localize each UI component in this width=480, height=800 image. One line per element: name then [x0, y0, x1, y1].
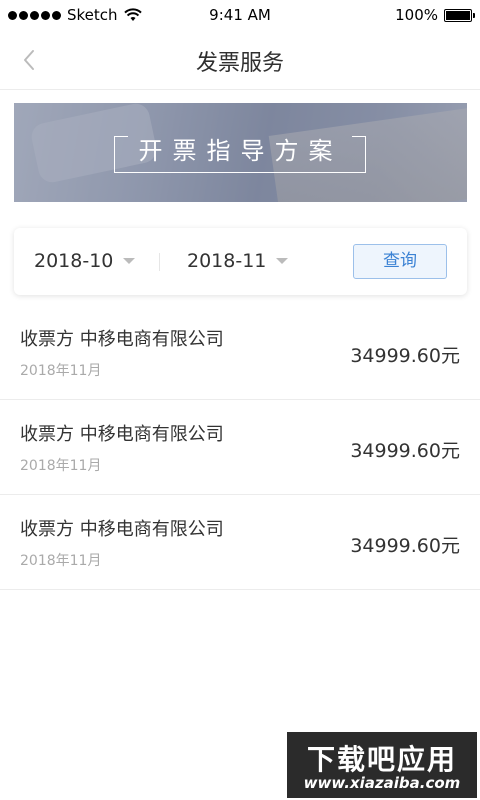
invoice-payee: 收票方 中移电商有限公司 [20, 329, 224, 350]
battery-icon [444, 8, 475, 22]
status-bar: Sketch 9:41 AM 100% [0, 0, 480, 30]
end-date-value: 2018-11 [187, 250, 267, 272]
invoice-amount: 34999.60元 [350, 535, 460, 557]
watermark-logo: 下载吧应用 www.xiazaiba.com [287, 732, 477, 798]
date-filter-card: 2018-10 2018-11 查询 [14, 228, 467, 295]
invoice-item[interactable]: 收票方 中移电商有限公司 2018年11月 34999.60元 [0, 400, 480, 495]
start-date-select[interactable]: 2018-10 [34, 250, 136, 272]
start-date-value: 2018-10 [34, 250, 114, 272]
invoice-item[interactable]: 收票方 中移电商有限公司 2018年11月 34999.60元 [0, 495, 480, 590]
divider [159, 253, 160, 271]
invoice-amount: 34999.60元 [350, 440, 460, 462]
invoice-list: 收票方 中移电商有限公司 2018年11月 34999.60元 收票方 中移电商… [0, 305, 480, 590]
nav-bar: 发票服务 [0, 30, 480, 90]
end-date-select[interactable]: 2018-11 [187, 250, 289, 272]
banner-title: 开票指导方案 [138, 137, 343, 165]
query-button[interactable]: 查询 [353, 244, 447, 279]
invoice-payee: 收票方 中移电商有限公司 [20, 424, 224, 445]
invoice-date: 2018年11月 [20, 363, 102, 379]
page-title: 发票服务 [195, 51, 284, 76]
invoice-date: 2018年11月 [20, 458, 102, 474]
invoice-amount: 34999.60元 [350, 345, 460, 367]
watermark-title: 下载吧应用 [306, 743, 457, 776]
status-right: 100% [395, 6, 475, 24]
watermark-url: www.xiazaiba.com [303, 774, 461, 792]
caret-down-icon [276, 258, 289, 264]
battery-percent: 100% [395, 6, 438, 24]
invoice-item[interactable]: 收票方 中移电商有限公司 2018年11月 34999.60元 [0, 305, 480, 400]
invoice-date: 2018年11月 [20, 553, 102, 569]
caret-down-icon [123, 258, 136, 264]
guide-banner[interactable]: 开票指导方案 [14, 103, 467, 202]
invoice-payee: 收票方 中移电商有限公司 [20, 519, 224, 540]
